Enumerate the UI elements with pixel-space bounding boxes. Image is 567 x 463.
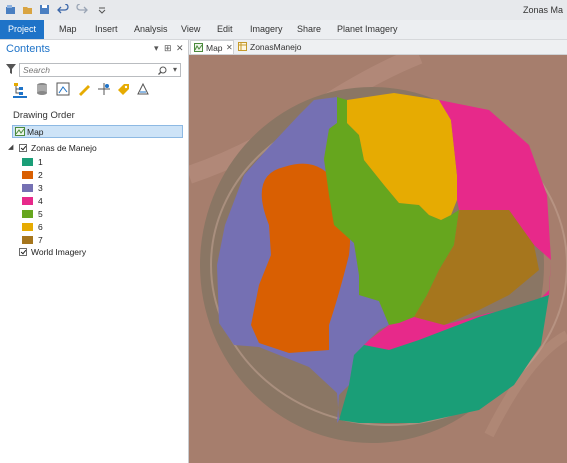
list-by-drawing-order-icon[interactable] — [13, 82, 27, 98]
redo-icon[interactable] — [75, 4, 88, 15]
undo-icon[interactable] — [57, 4, 70, 15]
customize-quick-access-icon[interactable] — [98, 4, 106, 15]
tab-map-view[interactable]: Map ✕ — [190, 40, 234, 54]
filter-icon[interactable] — [6, 64, 16, 74]
tab-analysis[interactable]: Analysis — [134, 20, 168, 39]
legend-swatch-6[interactable] — [22, 223, 33, 231]
search-box[interactable]: ▾ — [19, 63, 181, 77]
new-project-icon[interactable] — [5, 4, 16, 15]
basemap-label[interactable]: World Imagery — [31, 247, 86, 257]
drawing-order-heading: Drawing Order — [13, 110, 75, 121]
legend-swatch-3[interactable] — [22, 184, 33, 192]
list-by-perspective-imagery-icon[interactable] — [136, 82, 150, 96]
legend-label-3: 3 — [38, 183, 43, 193]
ribbon-tabs: Project Map Insert Analysis View Edit Im… — [0, 20, 567, 40]
tab-imagery[interactable]: Imagery — [250, 20, 283, 39]
pin-icon[interactable]: ⊞ — [164, 43, 172, 54]
pane-options-icon[interactable]: ▾ — [154, 43, 159, 54]
basemap-visibility-checkbox[interactable] — [19, 248, 27, 256]
legend-label-7: 7 — [38, 235, 43, 245]
list-by-labeling-icon[interactable] — [116, 82, 130, 96]
legend-swatch-5[interactable] — [22, 210, 33, 218]
tab-insert[interactable]: Insert — [95, 20, 118, 39]
map-canvas[interactable] — [189, 55, 567, 463]
layer-label[interactable]: Zonas de Manejo — [31, 143, 97, 153]
app-title: Zonas Ma — [522, 5, 563, 15]
list-by-snapping-icon[interactable] — [97, 82, 111, 96]
tab-view[interactable]: View — [181, 20, 200, 39]
contents-title: Contents — [6, 43, 51, 55]
search-input[interactable] — [20, 64, 143, 76]
open-project-icon[interactable] — [22, 4, 33, 15]
layer-visibility-checkbox[interactable] — [19, 144, 27, 152]
table-icon — [238, 42, 247, 51]
tab-edit[interactable]: Edit — [217, 20, 233, 39]
view-tab-strip: Map ✕ ZonasManejo — [189, 40, 567, 55]
save-icon[interactable] — [39, 4, 50, 15]
map-view[interactable] — [189, 55, 567, 463]
search-options-icon[interactable]: ▾ — [173, 65, 177, 74]
list-by-data-source-icon[interactable] — [35, 82, 49, 96]
tab-map[interactable]: Map — [59, 20, 77, 39]
tab-share[interactable]: Share — [297, 20, 321, 39]
legend-label-5: 5 — [38, 209, 43, 219]
legend-label-4: 4 — [38, 196, 43, 206]
map-tree-item[interactable]: Map — [12, 125, 183, 138]
legend-label-6: 6 — [38, 222, 43, 232]
legend-swatch-4[interactable] — [22, 197, 33, 205]
contents-pane: Contents ▾ ⊞ ✕ ▾ Drawing Order Map ◢ Zon… — [0, 40, 189, 463]
map-view-icon — [194, 43, 203, 52]
tab-project[interactable]: Project — [0, 20, 44, 39]
legend-swatch-7[interactable] — [22, 236, 33, 244]
legend-swatch-1[interactable] — [22, 158, 33, 166]
list-by-selection-icon[interactable] — [56, 82, 70, 96]
legend-label-1: 1 — [38, 157, 43, 167]
map-label: Map — [27, 127, 44, 137]
legend-label-2: 2 — [38, 170, 43, 180]
collapse-layer-icon[interactable]: ◢ — [8, 143, 13, 151]
list-by-editing-icon[interactable] — [77, 82, 91, 96]
legend-swatch-2[interactable] — [22, 171, 33, 179]
tab-attribute-table[interactable]: ZonasManejo — [238, 40, 308, 54]
close-pane-icon[interactable]: ✕ — [176, 43, 184, 54]
title-bar: Zonas Ma — [0, 0, 567, 20]
close-map-tab-icon[interactable]: ✕ — [226, 41, 233, 55]
search-icon[interactable] — [158, 66, 167, 75]
table-tab-label: ZonasManejo — [250, 42, 302, 52]
tab-planet-imagery[interactable]: Planet Imagery — [337, 20, 398, 39]
map-icon — [15, 127, 25, 136]
map-view-tab-label: Map — [206, 43, 223, 53]
